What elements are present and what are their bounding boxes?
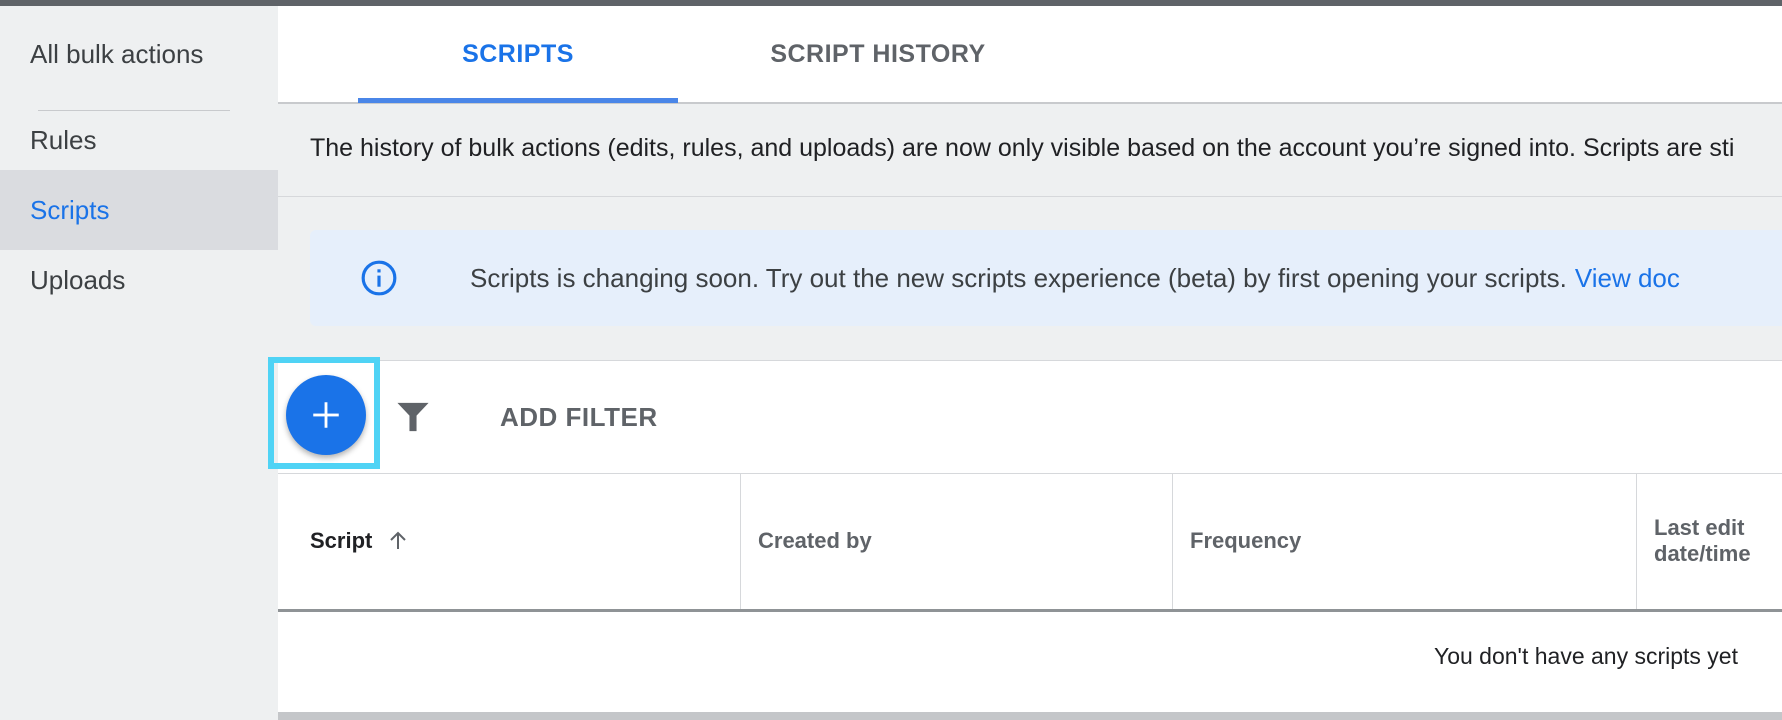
info-icon (361, 260, 397, 296)
main-content: SCRIPTS SCRIPT HISTORY The history of bu… (268, 6, 1782, 720)
sidebar-item-label: Scripts (30, 194, 110, 225)
tab-script-history[interactable]: SCRIPT HISTORY (718, 6, 1038, 102)
tab-label: SCRIPT HISTORY (770, 39, 986, 68)
info-banner-message: Scripts is changing soon. Try out the ne… (470, 230, 1680, 326)
sidebar-nav: All bulk actions Rules Scripts Uploads (0, 6, 278, 714)
sidebar-item-label: All bulk actions (30, 38, 204, 69)
column-header-frequency[interactable]: Frequency (1190, 473, 1630, 609)
column-header-label: Script (310, 528, 373, 553)
add-filter-button[interactable]: ADD FILTER (500, 361, 658, 473)
filter-icon[interactable] (396, 399, 430, 435)
column-header-label: Created by (758, 528, 872, 553)
column-header-label: Last edit date/time (1654, 514, 1751, 566)
scripts-panel: ADD FILTER Script Created by Frequency L… (268, 357, 1782, 715)
sidebar-item-all-bulk-actions[interactable]: All bulk actions (0, 14, 278, 94)
view-doc-link[interactable]: View doc (1575, 263, 1680, 294)
active-tab-indicator (358, 98, 678, 103)
sidebar-item-uploads[interactable]: Uploads (0, 240, 278, 320)
info-banner-text: Scripts is changing soon. Try out the ne… (470, 262, 1567, 293)
column-header-label: Frequency (1190, 528, 1302, 553)
table-header: Script Created by Frequency Last edit da… (278, 473, 1782, 612)
empty-state-message: You don't have any scripts yet (1433, 643, 1738, 669)
add-filter-label: ADD FILTER (500, 401, 658, 432)
sort-ascending-icon (390, 531, 407, 549)
tab-label: SCRIPTS (462, 39, 574, 68)
history-notice: The history of bulk actions (edits, rule… (310, 134, 1735, 162)
sidebar-item-label: Uploads (30, 264, 126, 295)
sidebar-item-label: Rules (30, 124, 97, 155)
column-divider (1636, 473, 1637, 609)
column-header-script[interactable]: Script (310, 473, 710, 609)
sidebar-item-scripts[interactable]: Scripts (0, 170, 278, 250)
tab-scripts[interactable]: SCRIPTS (358, 6, 678, 102)
table-toolbar: ADD FILTER (268, 357, 1782, 474)
bottom-rule (278, 712, 1782, 720)
info-banner: Scripts is changing soon. Try out the ne… (310, 230, 1782, 326)
sidebar-item-rules[interactable]: Rules (0, 100, 278, 180)
column-header-last-edit[interactable]: Last edit date/time (1654, 473, 1780, 609)
column-divider (740, 473, 741, 609)
column-header-created-by[interactable]: Created by (758, 473, 1158, 609)
tab-bar: SCRIPTS SCRIPT HISTORY (278, 6, 1782, 104)
plus-icon (313, 402, 339, 428)
notice-divider (278, 196, 1782, 197)
column-divider (1172, 473, 1173, 609)
add-script-button[interactable] (286, 375, 366, 455)
